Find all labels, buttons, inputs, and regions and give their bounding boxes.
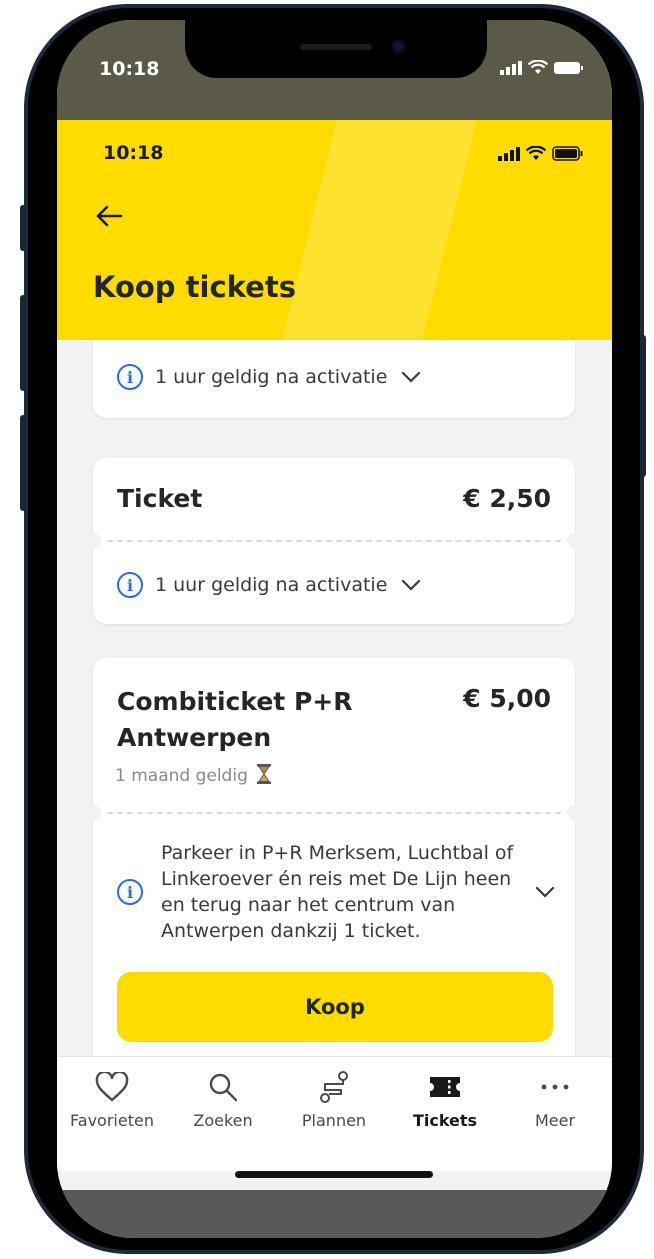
home-indicator[interactable] [235, 1171, 433, 1178]
validity-text: 1 uur geldig na activatie [155, 574, 388, 596]
chevron-down-icon [535, 882, 555, 903]
battery-icon [554, 61, 583, 74]
tab-favorieten[interactable]: Favorieten [62, 1069, 162, 1130]
validity-row[interactable]: i 1 uur geldig na activatie [117, 572, 421, 598]
status-time: 10:18 [103, 142, 164, 164]
power-button [640, 335, 646, 477]
tab-plannen[interactable]: Plannen [284, 1069, 384, 1130]
notch [185, 20, 487, 78]
page-title: Koop tickets [93, 270, 296, 304]
ticket-name: Combiticket P+R Antwerpen [117, 687, 353, 752]
wifi-icon [526, 146, 546, 160]
ticket-card-partial: i 1 uur geldig na activatie [93, 340, 575, 418]
page-header: 10:18 Koop tickets [57, 120, 612, 340]
ticket-divider [107, 540, 561, 542]
tab-bar: Favorieten Zoeken Plannen Tickets Meer [57, 1056, 612, 1171]
ticket-price: € 5,00 [463, 684, 551, 713]
chevron-down-icon [401, 575, 421, 596]
duration-text: 1 maand geldig [115, 766, 248, 786]
signal-icon [500, 60, 522, 75]
tab-label: Tickets [412, 1111, 478, 1130]
background-status-time: 10:18 [99, 58, 160, 80]
tab-tickets[interactable]: Tickets [395, 1069, 495, 1130]
ticket-price: € 2,50 [463, 484, 551, 513]
mute-switch [20, 205, 26, 251]
tab-label: Meer [534, 1111, 576, 1130]
route-icon [320, 1071, 348, 1103]
volume-down-button [20, 415, 26, 511]
camera-icon [392, 40, 405, 53]
more-icon [541, 1084, 569, 1090]
info-icon: i [117, 879, 143, 905]
tab-zoeken[interactable]: Zoeken [173, 1069, 273, 1130]
buy-button[interactable]: Koop [117, 972, 553, 1042]
screen: 10:18 10:18 Koop tickets i 1 uur geldig … [57, 20, 612, 1238]
validity-text: 1 uur geldig na activatie [155, 366, 388, 388]
speaker [300, 44, 372, 50]
ticket-duration: 1 maand geldig [115, 764, 272, 786]
validity-row[interactable]: i 1 uur geldig na activatie [117, 364, 421, 390]
hourglass-icon [257, 764, 272, 784]
ticket-notch [567, 533, 583, 549]
ticket-notch [567, 805, 583, 821]
heart-icon [95, 1072, 129, 1102]
ticket-icon [430, 1077, 460, 1097]
tab-label: Plannen [301, 1111, 367, 1130]
search-icon [209, 1073, 238, 1102]
tab-label: Favorieten [70, 1111, 154, 1130]
ticket-list[interactable]: i 1 uur geldig na activatie Ticket € 2,5… [57, 340, 612, 1056]
arrow-left-icon [96, 205, 123, 227]
info-icon: i [117, 364, 143, 390]
status-icons [498, 146, 584, 161]
info-icon: i [117, 572, 143, 598]
signal-icon [498, 146, 520, 161]
ticket-notch [85, 805, 101, 821]
ticket-card: Ticket € 2,50 i 1 uur geldig na activati… [85, 458, 583, 624]
status-bar: 10:18 [57, 120, 612, 180]
tab-meer[interactable]: Meer [505, 1069, 605, 1130]
tab-label: Zoeken [193, 1111, 253, 1130]
ticket-divider [107, 812, 561, 814]
back-button[interactable] [95, 202, 129, 236]
bottom-background [57, 1190, 612, 1238]
battery-icon [552, 146, 583, 161]
ticket-name: Ticket [117, 484, 203, 513]
chevron-down-icon [401, 367, 421, 388]
wifi-icon [528, 60, 548, 74]
description-row[interactable]: i Parkeer in P+R Merksem, Luchtbal of Li… [117, 840, 557, 944]
background-status-icons [500, 60, 584, 75]
ticket-description: Parkeer in P+R Merksem, Luchtbal of Link… [161, 842, 514, 942]
volume-up-button [20, 295, 26, 391]
ticket-notch [85, 533, 101, 549]
